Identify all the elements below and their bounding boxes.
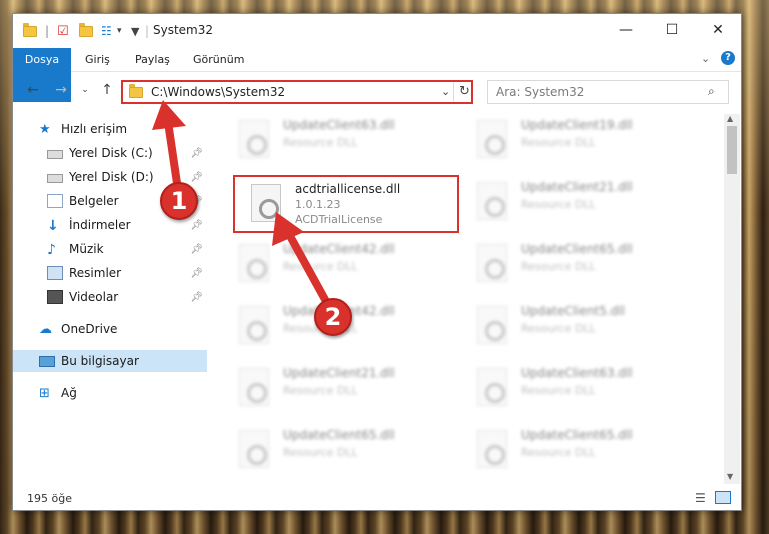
minimize-button[interactable]: —	[603, 14, 649, 46]
pin-icon[interactable]: 📌︎	[190, 244, 203, 255]
list-item[interactable]: UpdateClient65.dll Resource DLL	[471, 238, 701, 292]
tab-home[interactable]: Giriş	[85, 48, 110, 72]
divider: |	[45, 24, 50, 38]
file-list: UpdateClient63.dll Resource DLL UpdateCl…	[227, 114, 721, 482]
pin-icon[interactable]: 📌︎	[190, 268, 203, 279]
ribbon-tabs: Dosya Giriş Paylaş Görünüm ⌄ ?	[13, 48, 741, 102]
dll-file-icon	[477, 120, 507, 158]
videos-icon	[47, 290, 63, 304]
documents-icon	[47, 194, 63, 208]
music-icon: ♪	[47, 242, 56, 258]
sidebar-item-disk-c[interactable]: Yerel Disk (C:) 📌︎	[13, 142, 207, 164]
callout-step-one: 1	[160, 182, 198, 220]
dll-file-icon	[239, 368, 269, 406]
sidebar-item-onedrive[interactable]: ☁ OneDrive	[13, 318, 207, 340]
dll-file-icon	[239, 120, 269, 158]
file-highlight-frame	[233, 175, 459, 233]
list-item[interactable]: UpdateClient19.dll Resource DLL	[471, 114, 701, 168]
list-item[interactable]: UpdateClient65.dll Resource DLL	[471, 424, 701, 478]
help-icon[interactable]: ?	[721, 51, 735, 65]
list-item[interactable]: UpdateClient21.dll Resource DLL	[233, 362, 463, 416]
app-folder-icon	[23, 22, 37, 39]
navigation-bar: ← → ⌄ ↑ C:\Windows\System32 ⌄ ↻ Ara: Sys…	[13, 76, 741, 108]
ribbon-expand-icon[interactable]: ⌄	[701, 52, 710, 65]
search-input[interactable]: Ara: System32	[496, 85, 584, 99]
drive-icon	[47, 174, 63, 183]
drive-icon	[47, 150, 63, 159]
maximize-button[interactable]: ☐	[649, 14, 695, 46]
star-icon: ★	[39, 122, 51, 137]
computer-icon	[39, 356, 55, 367]
tab-view[interactable]: Görünüm	[193, 48, 244, 72]
list-item[interactable]: UpdateClient63.dll Resource DLL	[471, 362, 701, 416]
refresh-icon[interactable]: ↻	[459, 84, 470, 99]
title-bar: | ☑ ☷ ▾ ▼ | System32 — ☐ ✕	[13, 14, 741, 46]
close-button[interactable]: ✕	[695, 14, 741, 46]
dll-file-icon	[239, 430, 269, 468]
status-bar: 195 öğe ☰	[13, 488, 741, 510]
folder-icon	[129, 84, 143, 101]
list-item[interactable]: UpdateClient63.dll Resource DLL	[233, 114, 463, 168]
divider	[453, 82, 454, 102]
back-arrow-icon[interactable]: ←	[23, 82, 43, 98]
view-menu-icon[interactable]: ☷	[101, 23, 112, 39]
scroll-up-icon[interactable]: ▲	[727, 114, 733, 123]
dll-file-icon	[477, 244, 507, 282]
list-item[interactable]: UpdateClient42.dll Resource DLL	[233, 238, 463, 292]
up-arrow-icon[interactable]: ↑	[97, 82, 117, 98]
address-bar[interactable]: C:\Windows\System32 ⌄ ↻	[121, 80, 473, 104]
customize-quick-access-icon[interactable]: ▼	[131, 23, 139, 39]
sidebar-item-pictures[interactable]: Resimler 📌︎	[13, 262, 207, 284]
search-box[interactable]: Ara: System32 ⌕	[487, 80, 729, 104]
address-dropdown-icon[interactable]: ⌄	[441, 85, 450, 98]
recent-locations-icon[interactable]: ⌄	[75, 85, 95, 95]
window-title: System32	[153, 23, 214, 37]
dll-file-icon	[477, 368, 507, 406]
chevron-down-icon[interactable]: ▾	[117, 23, 122, 39]
details-view-icon[interactable]: ☰	[695, 491, 706, 505]
properties-icon[interactable]: ☑	[57, 23, 69, 39]
dll-file-icon	[477, 306, 507, 344]
download-icon: ↓	[47, 218, 59, 234]
callout-step-two: 2	[314, 298, 352, 336]
sidebar-item-music[interactable]: ♪ Müzik 📌︎	[13, 238, 207, 260]
network-icon: ⊞	[39, 386, 50, 401]
sidebar-item-network[interactable]: ⊞ Ağ	[13, 382, 207, 404]
scroll-thumb[interactable]	[727, 126, 737, 174]
navigation-pane: ★ Hızlı erişim Yerel Disk (C:) 📌︎ Yerel …	[13, 114, 209, 484]
sidebar-item-videos[interactable]: Videolar 📌︎	[13, 286, 207, 308]
forward-arrow-icon[interactable]: →	[51, 82, 71, 98]
list-item[interactable]: UpdateClient5.dll Resource DLL	[471, 300, 701, 354]
tab-share[interactable]: Paylaş	[135, 48, 170, 72]
search-icon[interactable]: ⌕	[708, 84, 715, 99]
list-item[interactable]: UpdateClient21.dll Resource DLL	[471, 176, 701, 230]
pictures-icon	[47, 266, 63, 280]
pin-icon[interactable]: 📌︎	[190, 172, 203, 183]
sidebar-item-this-pc[interactable]: Bu bilgisayar	[13, 350, 207, 372]
address-path[interactable]: C:\Windows\System32	[151, 85, 285, 99]
new-folder-icon[interactable]	[79, 22, 93, 39]
pin-icon[interactable]: 📌︎	[190, 220, 203, 231]
list-item[interactable]: UpdateClient65.dll Resource DLL	[233, 424, 463, 478]
dll-file-icon	[477, 430, 507, 468]
cloud-icon: ☁	[39, 322, 52, 337]
tiles-view-icon[interactable]	[715, 491, 731, 504]
dll-file-icon	[477, 182, 507, 220]
divider: |	[145, 24, 150, 38]
file-explorer-window: | ☑ ☷ ▾ ▼ | System32 — ☐ ✕ Dosya Giriş P…	[12, 13, 742, 511]
vertical-scrollbar[interactable]: ▲ ▼	[724, 114, 740, 484]
dll-file-icon	[239, 244, 269, 282]
pin-icon[interactable]: 📌︎	[190, 148, 203, 159]
sidebar-item-quick-access[interactable]: ★ Hızlı erişim	[13, 118, 207, 140]
dll-file-icon	[239, 306, 269, 344]
item-count: 195 öğe	[27, 492, 72, 505]
pin-icon[interactable]: 📌︎	[190, 292, 203, 303]
scroll-down-icon[interactable]: ▼	[727, 472, 733, 481]
